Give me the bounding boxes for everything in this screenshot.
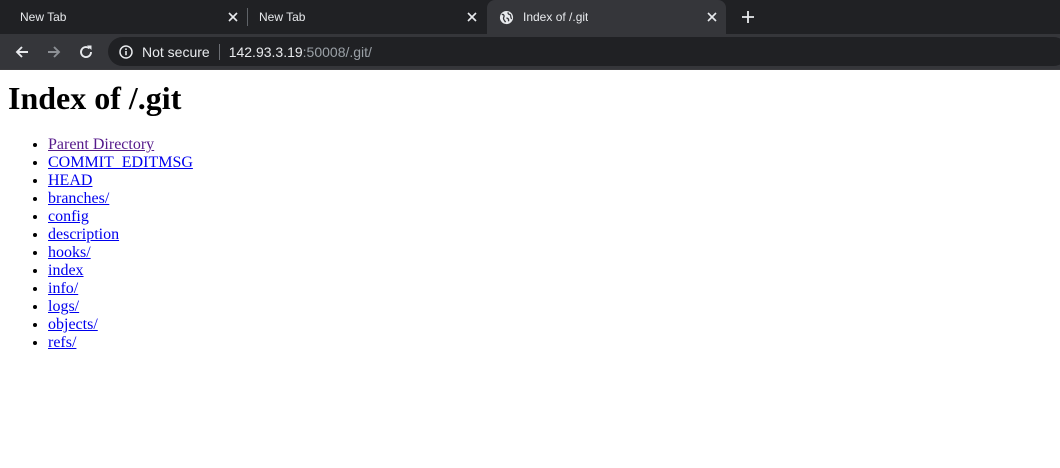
list-item: HEAD [48, 172, 1060, 190]
directory-link[interactable]: objects/ [48, 316, 98, 333]
directory-link[interactable]: HEAD [48, 172, 92, 189]
reload-icon[interactable] [76, 42, 96, 62]
list-item: COMMIT_EDITMSG [48, 154, 1060, 172]
address-bar[interactable]: Not secure 142.93.3.19:50008/.git/ [108, 37, 1060, 66]
page-content: Index of /.git Parent DirectoryCOMMIT_ED… [0, 70, 1060, 468]
list-item: info/ [48, 280, 1060, 298]
directory-link[interactable]: config [48, 208, 89, 225]
tab-title: Index of /.git [523, 10, 589, 24]
info-icon[interactable] [118, 44, 134, 60]
list-item: hooks/ [48, 244, 1060, 262]
list-item: config [48, 208, 1060, 226]
omnibox-divider [218, 43, 220, 60]
plus-icon[interactable] [737, 6, 759, 28]
arrow-left-icon[interactable] [12, 42, 32, 62]
globe-icon [498, 9, 514, 25]
list-item: branches/ [48, 190, 1060, 208]
browser-window: New Tab New Tab Index of /.git Not secur… [0, 0, 1060, 468]
directory-link[interactable]: refs/ [48, 334, 76, 351]
directory-link[interactable]: info/ [48, 280, 78, 297]
tab-new-tab-2[interactable]: New Tab [248, 0, 486, 34]
directory-link[interactable]: index [48, 262, 84, 279]
tab-index-of-git[interactable]: Index of /.git [487, 0, 726, 34]
directory-link[interactable]: Parent Directory [48, 136, 154, 153]
url-host: 142.93.3.19 [228, 43, 303, 60]
close-icon[interactable] [225, 9, 241, 25]
directory-link[interactable]: COMMIT_EDITMSG [48, 154, 193, 171]
tab-title: New Tab [20, 10, 67, 24]
list-item: logs/ [48, 298, 1060, 316]
url-path: :50008/.git/ [302, 43, 372, 60]
arrow-right-icon[interactable] [44, 42, 64, 62]
directory-link[interactable]: logs/ [48, 298, 79, 315]
directory-link[interactable]: description [48, 226, 119, 243]
close-icon[interactable] [704, 9, 720, 25]
toolbar: Not secure 142.93.3.19:50008/.git/ [0, 34, 1060, 70]
tab-new-tab-1[interactable]: New Tab [0, 0, 247, 34]
list-item: index [48, 262, 1060, 280]
list-item: description [48, 226, 1060, 244]
list-item: objects/ [48, 316, 1060, 334]
security-status[interactable]: Not secure [142, 44, 210, 60]
page-title: Index of /.git [8, 80, 182, 116]
directory-listing: Parent DirectoryCOMMIT_EDITMSGHEADbranch… [0, 136, 1060, 352]
directory-link[interactable]: branches/ [48, 190, 109, 207]
url-text[interactable]: 142.93.3.19:50008/.git/ [229, 44, 372, 60]
list-item: refs/ [48, 334, 1060, 352]
close-icon[interactable] [464, 9, 480, 25]
directory-link[interactable]: hooks/ [48, 244, 91, 261]
tab-title: New Tab [259, 10, 306, 24]
tab-strip: New Tab New Tab Index of /.git [0, 0, 1060, 34]
list-item: Parent Directory [48, 136, 1060, 154]
